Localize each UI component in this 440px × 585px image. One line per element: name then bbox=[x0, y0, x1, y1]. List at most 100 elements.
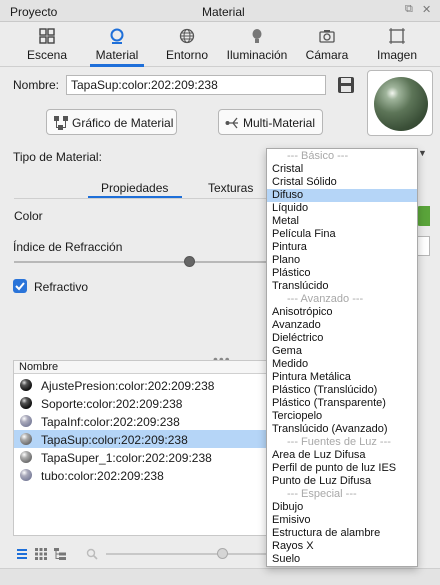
tab-material[interactable]: Material bbox=[82, 23, 152, 67]
dropdown-option[interactable]: Anisotrópico bbox=[267, 306, 417, 319]
dropdown-option[interactable]: Líquido bbox=[267, 202, 417, 215]
dropdown-option-highlighted[interactable]: Difuso bbox=[267, 189, 417, 202]
list-header[interactable]: Nombre bbox=[14, 361, 289, 374]
status-strip bbox=[0, 568, 440, 585]
list-item[interactable]: Soporte:color:202:209:238 bbox=[14, 394, 289, 412]
dropdown-option[interactable]: Cristal Sólido bbox=[267, 176, 417, 189]
dropdown-option[interactable]: Plástico bbox=[267, 267, 417, 280]
dropdown-section-header: --- Avanzado --- bbox=[287, 293, 364, 305]
subtabs-divider bbox=[14, 198, 268, 199]
title-bar: Proyecto Material ⧉ ✕ bbox=[0, 0, 440, 22]
list-item-label: TapaSuper_1:color:202:209:238 bbox=[41, 451, 212, 465]
dropdown-option[interactable]: Plástico (Transparente) bbox=[267, 397, 417, 410]
dropdown-option[interactable]: Pintura Metálica bbox=[267, 371, 417, 384]
dropdown-option[interactable]: Avanzado bbox=[267, 319, 417, 332]
color-swatch[interactable] bbox=[416, 206, 430, 226]
tab-label: Imagen bbox=[376, 48, 418, 62]
dropdown-option[interactable]: Translúcido bbox=[267, 280, 417, 293]
list-item[interactable]: TapaInf:color:202:209:238 bbox=[14, 412, 289, 430]
multi-material-icon bbox=[225, 117, 238, 129]
tree-view-icon[interactable] bbox=[54, 548, 66, 560]
dropdown-option[interactable]: Terciopelo bbox=[267, 410, 417, 423]
zoom-slider-knob[interactable] bbox=[217, 548, 228, 559]
dropdown-option[interactable]: Perfil de punto de luz IES bbox=[267, 462, 417, 475]
column-header-name: Nombre bbox=[19, 361, 59, 373]
refractive-label: Refractivo bbox=[34, 280, 89, 294]
material-ball-icon bbox=[20, 433, 32, 445]
material-preview[interactable] bbox=[367, 70, 433, 136]
lightbulb-icon bbox=[252, 29, 262, 43]
material-ball-icon bbox=[20, 379, 32, 391]
subtab-texturas[interactable]: Texturas bbox=[208, 181, 253, 195]
material-ball-icon bbox=[20, 451, 32, 463]
tab-label: Cámara bbox=[305, 48, 349, 62]
list-view-icon[interactable] bbox=[16, 548, 28, 560]
button-label: Multi-Material bbox=[243, 116, 316, 130]
tab-iluminacion[interactable]: Iluminación bbox=[222, 23, 292, 67]
material-ball-icon bbox=[20, 397, 32, 409]
tab-label: Material bbox=[95, 48, 139, 62]
dropdown-option[interactable]: Metal bbox=[267, 215, 417, 228]
material-type-label: Tipo de Material: bbox=[13, 150, 102, 164]
tab-label: Iluminación bbox=[226, 48, 288, 62]
list-item-selected[interactable]: TapaSup:color:202:209:238 bbox=[14, 430, 289, 448]
ior-slider-knob[interactable] bbox=[184, 256, 195, 267]
main-tabbar: Escena Material Entorno Iluminación Cáma… bbox=[0, 23, 440, 67]
ior-slider-track[interactable] bbox=[14, 261, 268, 263]
material-graph-button[interactable]: Gráfico de Material bbox=[46, 109, 177, 135]
material-type-dropdown: --- Básico --- Cristal Cristal Sólido Di… bbox=[266, 148, 418, 567]
tab-entorno[interactable]: Entorno bbox=[152, 23, 222, 67]
dropdown-option[interactable]: Gema bbox=[267, 345, 417, 358]
name-label: Nombre: bbox=[13, 78, 60, 92]
list-item[interactable]: TapaSuper_1:color:202:209:238 bbox=[14, 448, 289, 466]
globe-icon bbox=[179, 28, 195, 44]
tab-camara[interactable]: Cámara bbox=[292, 23, 362, 67]
dropdown-section-header: --- Especial --- bbox=[287, 488, 357, 500]
tab-imagen[interactable]: Imagen bbox=[362, 23, 432, 67]
list-item-label: TapaSup:color:202:209:238 bbox=[41, 433, 188, 447]
dropdown-option[interactable]: Plástico (Translúcido) bbox=[267, 384, 417, 397]
dropdown-section-header: --- Fuentes de Luz --- bbox=[287, 436, 391, 448]
save-icon[interactable] bbox=[337, 76, 355, 94]
ior-value-field[interactable] bbox=[416, 236, 430, 256]
close-icon[interactable]: ✕ bbox=[422, 3, 431, 16]
grid-view-icon[interactable] bbox=[35, 548, 47, 560]
dropdown-option[interactable]: Cristal bbox=[267, 163, 417, 176]
chevron-down-icon[interactable]: ▼ bbox=[418, 148, 431, 164]
dropdown-option[interactable]: Punto de Luz Difusa bbox=[267, 475, 417, 488]
list-item-label: TapaInf:color:202:209:238 bbox=[41, 415, 180, 429]
checkmark-icon bbox=[15, 282, 25, 291]
dropdown-option[interactable]: Translúcido (Avanzado) bbox=[267, 423, 417, 436]
dropdown-option[interactable]: Rayos X bbox=[267, 540, 417, 553]
zoom-slider-track[interactable] bbox=[106, 553, 286, 555]
scene-icon bbox=[39, 28, 55, 44]
button-label: Gráfico de Material bbox=[72, 116, 174, 130]
material-name-input[interactable] bbox=[66, 75, 326, 95]
list-item[interactable]: AjustePresion:color:202:209:238 bbox=[14, 376, 289, 394]
dropdown-option[interactable]: Suelo bbox=[267, 553, 417, 566]
dropdown-option[interactable]: Dieléctrico bbox=[267, 332, 417, 345]
list-item[interactable]: tubo:color:202:209:238 bbox=[14, 466, 289, 484]
dropdown-option[interactable]: Emisivo bbox=[267, 514, 417, 527]
dropdown-option[interactable]: Medido bbox=[267, 358, 417, 371]
list-item-label: AjustePresion:color:202:209:238 bbox=[41, 379, 215, 393]
float-icon[interactable]: ⧉ bbox=[405, 3, 413, 16]
material-title: Material bbox=[202, 5, 245, 19]
ior-label: Índice de Refracción bbox=[13, 240, 123, 254]
dropdown-option[interactable]: Dibujo bbox=[267, 501, 417, 514]
zoom-icon bbox=[86, 548, 98, 560]
multi-material-button[interactable]: Multi-Material bbox=[218, 109, 323, 135]
subtab-propiedades[interactable]: Propiedades bbox=[101, 181, 168, 195]
refractive-checkbox[interactable] bbox=[13, 279, 27, 293]
list-item-label: tubo:color:202:209:238 bbox=[41, 469, 164, 483]
project-title[interactable]: Proyecto bbox=[10, 5, 57, 19]
dropdown-option[interactable]: Película Fina bbox=[267, 228, 417, 241]
dropdown-option[interactable]: Area de Luz Difusa bbox=[267, 449, 417, 462]
tab-label: Escena bbox=[26, 48, 68, 62]
tab-escena[interactable]: Escena bbox=[12, 23, 82, 67]
dropdown-option[interactable]: Estructura de alambre bbox=[267, 527, 417, 540]
material-ball-icon bbox=[20, 415, 32, 427]
dropdown-option[interactable]: Plano bbox=[267, 254, 417, 267]
dropdown-option[interactable]: Pintura bbox=[267, 241, 417, 254]
material-ball-icon bbox=[20, 469, 32, 481]
